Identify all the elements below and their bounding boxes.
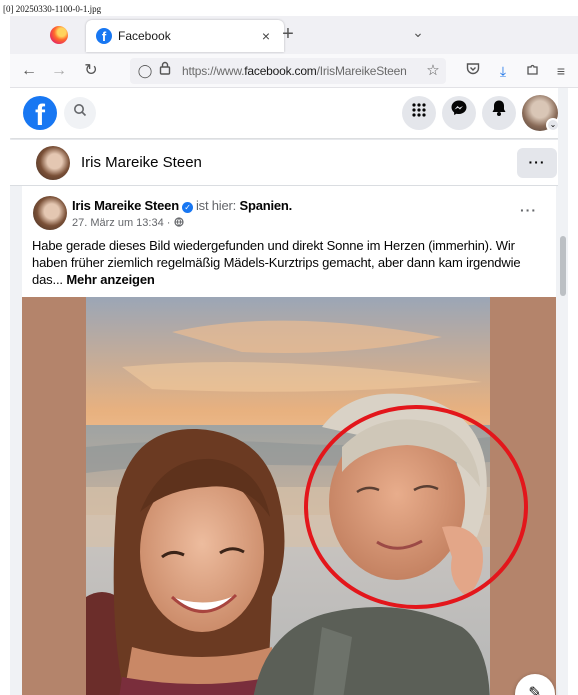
url-prefix: https://www. bbox=[182, 64, 245, 78]
page-scrollbar[interactable] bbox=[558, 88, 568, 695]
profile-name[interactable]: Iris Mareike Steen bbox=[81, 154, 202, 171]
messenger-icon[interactable] bbox=[442, 96, 476, 130]
bell-icon[interactable] bbox=[482, 96, 516, 130]
post-meta: 27. März um 13:34 · bbox=[72, 217, 184, 229]
scrollbar-thumb[interactable] bbox=[560, 236, 566, 296]
url-path: /IrisMareikeSteen bbox=[316, 64, 407, 78]
post-date[interactable]: 27. März um 13:34 · bbox=[72, 217, 170, 229]
post-photo[interactable] bbox=[22, 297, 556, 695]
url-domain: facebook.com bbox=[244, 64, 317, 78]
pocket-icon[interactable] bbox=[462, 60, 484, 82]
post-text: Habe gerade dieses Bild wiedergefunden u… bbox=[32, 237, 550, 288]
post-location[interactable]: Spanien. bbox=[240, 198, 293, 213]
post-author-avatar[interactable] bbox=[33, 196, 67, 230]
bookmark-star-icon[interactable]: ☆ bbox=[424, 61, 442, 81]
download-icon[interactable]: ⤓ bbox=[492, 60, 514, 82]
tracking-shield-icon[interactable]: ◯ bbox=[136, 61, 154, 81]
facebook-header: f ⌄ bbox=[10, 88, 568, 138]
profile-avatar[interactable] bbox=[36, 146, 70, 180]
search-icon[interactable] bbox=[64, 97, 96, 129]
facebook-favicon-icon: f bbox=[96, 28, 112, 44]
list-tabs-button[interactable]: ⌄ bbox=[408, 24, 428, 41]
reload-icon[interactable]: ↻ bbox=[80, 60, 102, 82]
tab-title: Facebook bbox=[118, 29, 171, 43]
firefox-icon[interactable] bbox=[50, 26, 68, 44]
browser-tab-strip: f Facebook × + ⌄ bbox=[10, 16, 578, 54]
url-bar[interactable]: ◯ https://www.facebook.com/IrisMareikeSt… bbox=[130, 58, 446, 84]
facebook-page: f ⌄ Iris Mareike Steen ··· Iris Mareike … bbox=[10, 88, 568, 695]
forward-icon[interactable]: → bbox=[48, 60, 70, 82]
verified-badge-icon: ✓ bbox=[181, 202, 193, 213]
back-icon[interactable]: ← bbox=[18, 60, 40, 82]
globe-icon bbox=[173, 217, 184, 227]
extensions-icon[interactable] bbox=[522, 60, 544, 82]
facebook-logo-icon[interactable]: f bbox=[23, 96, 57, 130]
lock-icon[interactable] bbox=[156, 61, 174, 81]
post-title: Iris Mareike Steen ✓ ist hier: Spanien. bbox=[72, 198, 292, 213]
post-card: Iris Mareike Steen ✓ ist hier: Spanien. 27… bbox=[22, 186, 556, 695]
url-text[interactable]: https://www.facebook.com/IrisMareikeStee… bbox=[182, 64, 407, 78]
post-options-button[interactable]: ··· bbox=[520, 202, 537, 218]
apps-grid-icon[interactable] bbox=[402, 96, 436, 130]
profile-more-button[interactable]: ··· bbox=[517, 148, 557, 178]
close-tab-icon[interactable]: × bbox=[256, 26, 276, 46]
menu-icon[interactable]: ≡ bbox=[550, 60, 572, 82]
browser-tab-facebook[interactable]: f Facebook × bbox=[86, 20, 284, 52]
new-tab-button[interactable]: + bbox=[276, 22, 300, 46]
profile-sticky-bar: Iris Mareike Steen ··· bbox=[10, 140, 568, 186]
browser-navbar: ← → ↻ ◯ https://www.facebook.com/IrisMar… bbox=[10, 54, 578, 88]
image-caption: [0] 20250330-1100-0-1.jpg bbox=[3, 4, 102, 14]
post-author-name[interactable]: Iris Mareike Steen bbox=[72, 198, 179, 213]
photo-image bbox=[22, 297, 556, 695]
post-location-prefix: ist hier: bbox=[195, 198, 237, 213]
see-more-link[interactable]: Mehr anzeigen bbox=[66, 272, 155, 287]
